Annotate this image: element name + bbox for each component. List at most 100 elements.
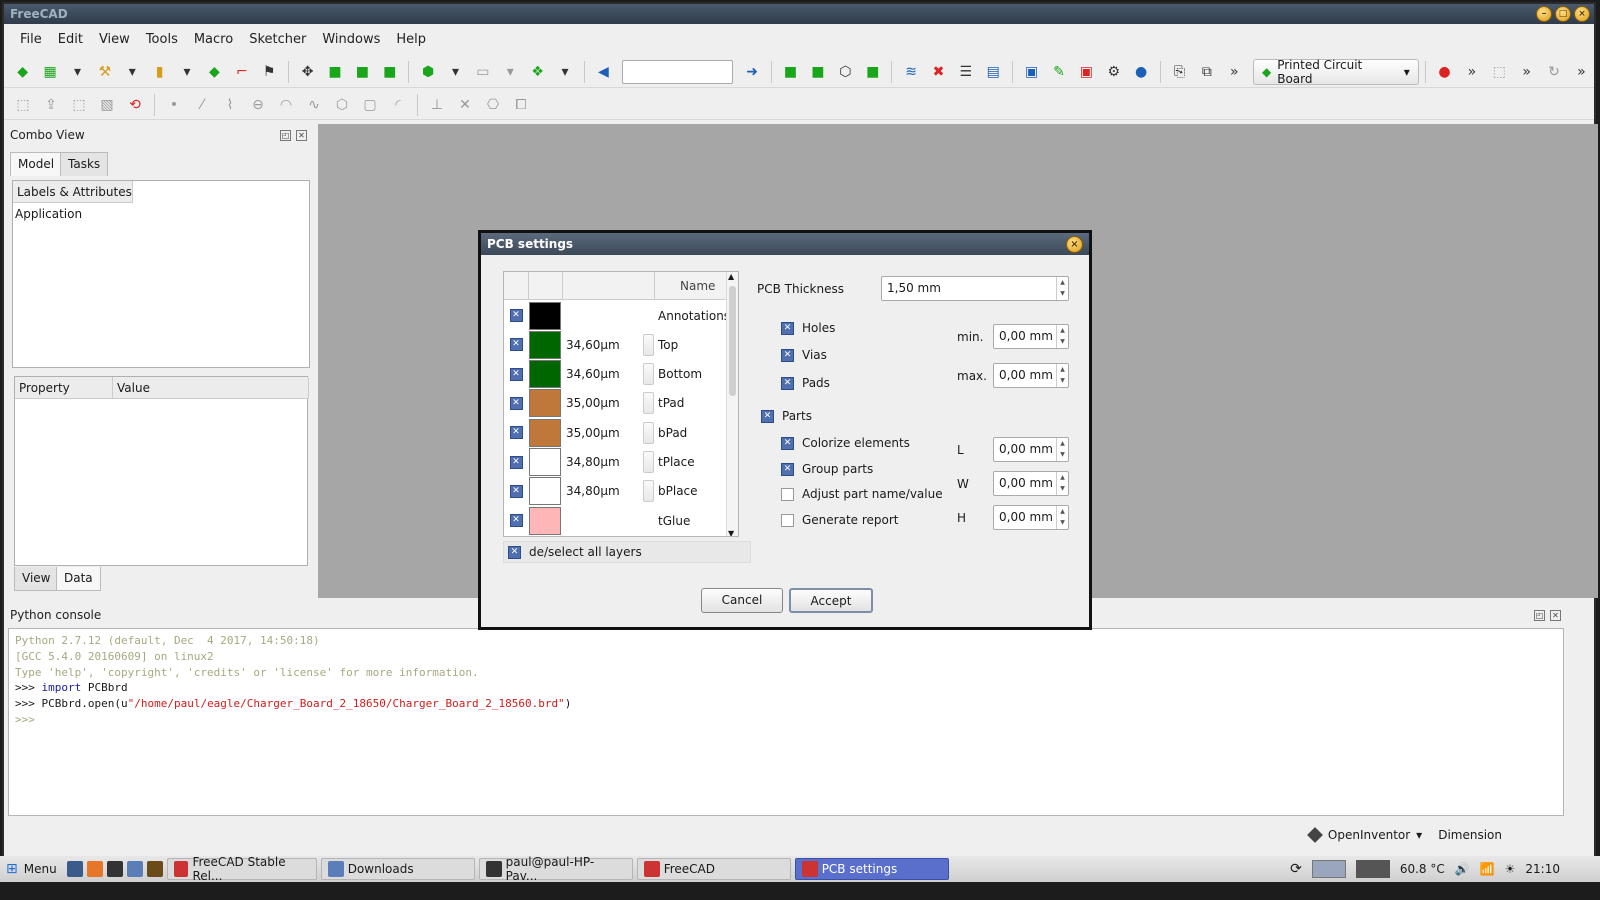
minimize-button[interactable]: – — [1536, 6, 1552, 22]
menu-edit[interactable]: Edit — [50, 32, 91, 47]
group-parts-checkbox[interactable]: ✕ — [781, 462, 794, 476]
copy-icon[interactable]: ⧉ — [1194, 60, 1219, 84]
layer-color-swatch[interactable] — [529, 448, 561, 476]
layer-checkbox[interactable]: ✕ — [509, 426, 523, 440]
thickness-spinner[interactable] — [642, 333, 654, 356]
thickness-spinner[interactable] — [642, 363, 654, 386]
layer-checkbox[interactable]: ✕ — [509, 455, 523, 469]
dropdown-arrow-icon[interactable]: ▾ — [443, 60, 468, 84]
component-icon[interactable]: ■ — [322, 60, 347, 84]
files-icon[interactable] — [126, 861, 143, 877]
task-freecad[interactable]: FreeCAD — [636, 858, 791, 880]
map-sketch-icon[interactable]: ▧ — [94, 93, 120, 117]
workspace-1-icon[interactable] — [1311, 860, 1346, 878]
layer-color-swatch[interactable] — [529, 360, 561, 389]
group-parts-option[interactable]: ✕ Group parts — [781, 462, 873, 476]
cursor-icon[interactable]: ✥ — [295, 60, 320, 84]
thickness-spinner[interactable] — [642, 421, 654, 444]
vias-option[interactable]: ✕ Vias — [781, 348, 827, 362]
box-icon[interactable]: ⬢ — [415, 60, 440, 84]
extend-icon[interactable]: ✕ — [452, 93, 478, 117]
tree-header[interactable]: Labels & Attributes — [13, 181, 133, 203]
colorize-option[interactable]: ✕ Colorize elements — [781, 436, 910, 450]
layer-checkbox[interactable]: ✕ — [509, 309, 523, 322]
rectangle-icon[interactable]: ▭ — [470, 60, 495, 84]
layer-color-swatch[interactable] — [529, 389, 561, 418]
holes-option[interactable]: ✕ Holes — [781, 321, 835, 335]
clock[interactable]: 21:10 — [1525, 862, 1560, 876]
cube-icon[interactable]: ■ — [778, 60, 803, 84]
layer-row[interactable]: ✕ 34,80µm bPlace — [504, 477, 738, 506]
parts-option[interactable]: ✕ Parts — [761, 409, 812, 423]
measure-icon[interactable]: ⚒ — [92, 60, 117, 84]
layer-checkbox[interactable]: ✕ — [509, 484, 523, 498]
spin-arrows-icon[interactable]: ▲ ▼ — [1056, 506, 1068, 529]
spin-arrows-icon[interactable]: ▲ ▼ — [1056, 364, 1068, 387]
rect-icon[interactable]: ▢ — [357, 93, 383, 117]
dropdown-arrow-icon[interactable]: ▾ — [174, 60, 199, 84]
layers-scrollbar[interactable]: ▲ ▼ — [726, 272, 738, 536]
parts-checkbox[interactable]: ✕ — [761, 409, 774, 423]
layer-checkbox[interactable]: ✕ — [509, 338, 523, 352]
tab-view[interactable]: View — [14, 567, 59, 591]
thickness-spinner[interactable] — [642, 451, 654, 473]
maximize-button[interactable]: □ — [1555, 6, 1571, 22]
float-panel-icon[interactable]: ◰ — [1534, 610, 1545, 621]
zoom-icon[interactable]: ⬚ — [1487, 60, 1512, 84]
menu-windows[interactable]: Windows — [314, 32, 388, 47]
fillet-icon[interactable]: ◜ — [385, 93, 411, 117]
tab-tasks[interactable]: Tasks — [60, 152, 109, 176]
dropdown-arrow-icon[interactable]: ▾ — [552, 60, 577, 84]
component3-icon[interactable]: ■ — [377, 60, 402, 84]
layer-color-swatch[interactable] — [529, 506, 561, 535]
close-button[interactable]: × — [1574, 6, 1590, 22]
task-downloads[interactable]: Downloads — [320, 858, 475, 880]
spin-arrows-icon[interactable]: ▲ ▼ — [1056, 472, 1068, 495]
task-freecad-stable[interactable]: FreeCAD Stable Rel... — [166, 855, 317, 883]
dropdown-arrow-icon[interactable]: ▾ — [498, 60, 523, 84]
deselect-all-checkbox[interactable]: ✕ — [508, 545, 521, 559]
board-icon[interactable]: ◆ — [202, 60, 227, 84]
scroll-thumb[interactable] — [729, 286, 736, 396]
spreadsheet-icon[interactable]: ▦ — [37, 60, 62, 84]
vias-checkbox[interactable]: ✕ — [781, 348, 794, 362]
pads-checkbox[interactable]: ✕ — [781, 376, 794, 390]
update-icon[interactable]: ⟳ — [1290, 861, 1302, 877]
layer-row[interactable]: ✕ 34,80µm tPlace — [504, 448, 738, 477]
workbench-selector[interactable]: ◆ Printed Circuit Board ▾ — [1252, 58, 1419, 86]
spin-arrows-icon[interactable]: ▲ ▼ — [1056, 277, 1068, 300]
forward-arrow-icon[interactable]: ➜ — [739, 60, 764, 84]
layers-icon[interactable]: ≋ — [898, 60, 923, 84]
url-input[interactable] — [622, 59, 734, 84]
group-icon[interactable]: ❖ — [525, 60, 550, 84]
python-console[interactable]: Python 2.7.12 (default, Dec 4 2017, 14:5… — [8, 628, 1564, 816]
layer-row[interactable]: ✕ 34,60µm Bottom — [504, 360, 738, 389]
firefox-icon[interactable] — [86, 861, 103, 877]
layer-row[interactable]: ✕ 35,00µm tPad — [504, 389, 738, 418]
property-view[interactable]: Property Value — [14, 376, 309, 566]
menu-view[interactable]: View — [91, 32, 138, 47]
cube3-icon[interactable]: ■ — [860, 60, 885, 84]
shuffle-icon[interactable]: ✖ — [926, 60, 951, 84]
layer-color-swatch[interactable] — [529, 301, 561, 330]
task-terminal[interactable]: paul@paul-HP-Pav... — [478, 855, 633, 883]
cancel-button[interactable]: Cancel — [701, 588, 783, 613]
float-panel-icon[interactable]: ◰ — [280, 130, 291, 141]
navigation-style-selector[interactable]: OpenInventor ▾ — [1306, 827, 1422, 843]
close-panel-icon[interactable]: ✕ — [296, 130, 307, 141]
desktop-icon[interactable] — [66, 861, 83, 877]
holes-checkbox[interactable]: ✕ — [781, 321, 794, 335]
height-field[interactable]: 0,00 mm ▲ ▼ — [993, 505, 1069, 530]
adjust-part-option[interactable]: Adjust part name/value — [781, 487, 943, 501]
polyline-icon[interactable]: ⌇ — [217, 93, 243, 117]
generate-report-option[interactable]: Generate report — [781, 513, 899, 527]
close-panel-icon[interactable]: ✕ — [1550, 610, 1561, 621]
thickness-spinner[interactable] — [642, 480, 654, 503]
layer-row[interactable]: ✕ tGlue — [504, 506, 738, 535]
tab-data[interactable]: Data — [56, 567, 101, 591]
pcb-part-icon[interactable]: ▮ — [147, 60, 172, 84]
layer-color-swatch[interactable] — [529, 477, 561, 506]
slot-icon[interactable]: ⊖ — [245, 93, 271, 117]
layer-row[interactable]: ✕ 34,60µm Top — [504, 330, 738, 359]
spin-arrows-icon[interactable]: ▲ ▼ — [1056, 325, 1068, 348]
